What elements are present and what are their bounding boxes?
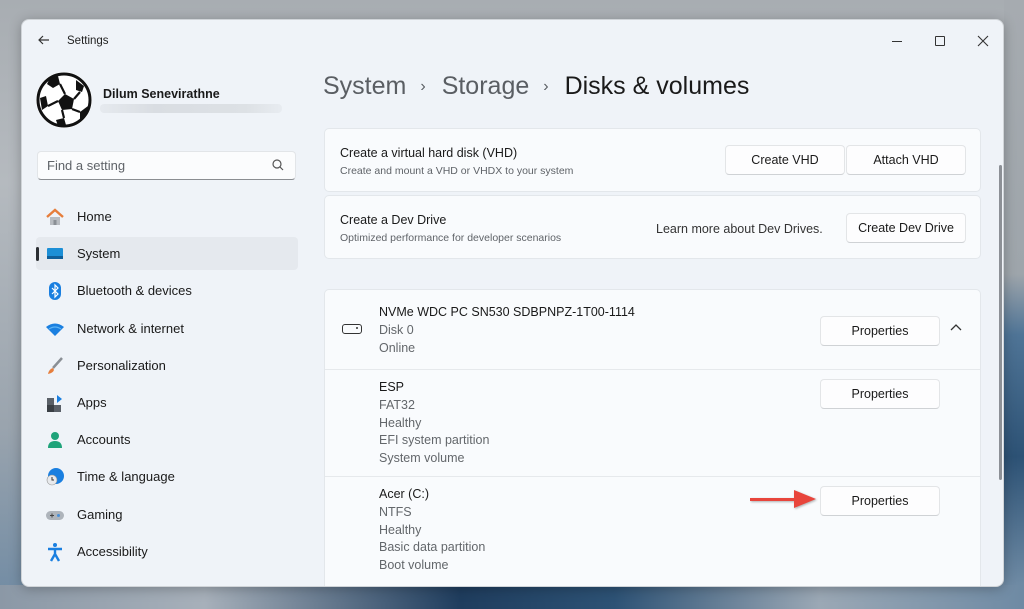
- dev-drive-card: Create a Dev Drive Optimized performance…: [324, 195, 981, 259]
- apps-icon: [47, 394, 62, 412]
- sidebar-item-label: Accounts: [77, 432, 131, 448]
- disk-properties-button[interactable]: Properties: [820, 316, 940, 346]
- wifi-icon: [46, 323, 64, 336]
- app-title: Settings: [67, 35, 109, 47]
- sidebar-item-home[interactable]: Home: [36, 200, 298, 233]
- create-dev-drive-button[interactable]: Create Dev Drive: [846, 213, 966, 243]
- sidebar-item-label: Personalization: [77, 357, 166, 373]
- scrollbar[interactable]: [999, 165, 1002, 480]
- accounts-icon: [48, 432, 62, 449]
- vhd-card-subtitle: Create and mount a VHD or VHDX to your s…: [340, 165, 574, 177]
- maximize-button[interactable]: [920, 26, 960, 54]
- acer-c-properties-button[interactable]: Properties: [820, 486, 940, 516]
- maximize-icon: [935, 36, 945, 47]
- sidebar-item-label: System: [77, 246, 121, 262]
- sidebar-item-accounts[interactable]: Accounts: [36, 423, 298, 456]
- sidebar-item-label: Network & internet: [77, 320, 184, 336]
- sidebar-item-apps[interactable]: Apps: [36, 386, 298, 419]
- desktop-wallpaper: [1004, 0, 1024, 609]
- active-indicator: [36, 247, 39, 262]
- home-icon: [46, 208, 64, 225]
- learn-more-dev-drives-link[interactable]: Learn more about Dev Drives.: [656, 222, 823, 236]
- volume-partition-type: Basic data partition: [379, 540, 486, 554]
- brush-icon: [48, 356, 63, 374]
- profile-email-redacted: [100, 104, 282, 113]
- volume-filesystem: FAT32: [379, 398, 415, 412]
- sidebar-item-accessibility[interactable]: Accessibility: [36, 535, 298, 568]
- sidebar-item-label: Gaming: [77, 506, 123, 522]
- breadcrumb: System › Storage › Disks & volumes: [323, 72, 749, 101]
- profile-name: Dilum Senevirathne: [103, 87, 220, 101]
- title-bar: Settings: [22, 20, 1003, 62]
- system-icon: [47, 248, 63, 260]
- create-vhd-button[interactable]: Create VHD: [725, 145, 845, 175]
- drive-icon: [342, 324, 362, 334]
- search-input[interactable]: [38, 152, 253, 179]
- volume-health: Healthy: [379, 523, 422, 537]
- time-language-icon: [46, 468, 64, 486]
- page-title: Disks & volumes: [564, 72, 750, 100]
- search-icon[interactable]: [271, 158, 285, 172]
- close-button[interactable]: [963, 26, 1003, 54]
- disk-number: Disk 0: [379, 323, 414, 337]
- breadcrumb-separator: ›: [420, 77, 426, 95]
- avatar[interactable]: [36, 72, 92, 128]
- volume-label: Acer (C:): [379, 487, 429, 501]
- close-icon: [977, 35, 989, 47]
- sidebar-item-label: Accessibility: [77, 543, 148, 559]
- sidebar-item-gaming[interactable]: Gaming: [36, 498, 298, 531]
- volume-partition-type: EFI system partition: [379, 433, 490, 447]
- disk-header[interactable]: NVMe WDC PC SN530 SDBPNPZ-1T00-1114 Disk…: [325, 290, 980, 369]
- sidebar-item-bluetooth[interactable]: Bluetooth & devices: [36, 274, 298, 307]
- disk-section: NVMe WDC PC SN530 SDBPNPZ-1T00-1114 Disk…: [324, 289, 981, 586]
- minimize-icon: [892, 40, 902, 42]
- volume-row-acer-c: Acer (C:) NTFS Healthy Basic data partit…: [325, 477, 980, 586]
- sidebar-item-label: Bluetooth & devices: [77, 283, 192, 299]
- breadcrumb-storage[interactable]: Storage: [442, 72, 530, 101]
- volume-label: ESP: [379, 380, 405, 394]
- gaming-icon: [46, 510, 64, 520]
- breadcrumb-system[interactable]: System: [323, 72, 406, 101]
- volume-row-esp: ESP FAT32 Healthy EFI system partition S…: [325, 370, 980, 475]
- volume-role: Boot volume: [379, 558, 449, 572]
- settings-window: Settings Dilum Senevirathne Home: [21, 19, 1004, 587]
- dev-drive-card-subtitle: Optimized performance for developer scen…: [340, 232, 562, 244]
- soccer-ball-icon: [36, 72, 92, 128]
- volume-role: System volume: [379, 451, 465, 465]
- attach-vhd-button[interactable]: Attach VHD: [846, 145, 966, 175]
- sidebar-item-label: Home: [77, 209, 112, 224]
- sidebar-item-personalization[interactable]: Personalization: [36, 349, 298, 382]
- chevron-up-icon[interactable]: [949, 322, 963, 332]
- sidebar-item-label: Time & language: [77, 469, 175, 485]
- sidebar-item-time-language[interactable]: Time & language: [36, 460, 298, 493]
- disk-status: Online: [379, 341, 416, 355]
- esp-properties-button[interactable]: Properties: [820, 379, 940, 409]
- desktop-wallpaper-bottom: [0, 585, 1024, 609]
- sidebar-item-network[interactable]: Network & internet: [36, 312, 298, 345]
- volume-health: Healthy: [379, 416, 422, 430]
- vhd-card: Create a virtual hard disk (VHD) Create …: [324, 128, 981, 192]
- vhd-card-title: Create a virtual hard disk (VHD): [340, 146, 518, 160]
- annotation-arrow-icon: [750, 490, 816, 508]
- volume-filesystem: NTFS: [379, 505, 412, 519]
- minimize-button[interactable]: [877, 26, 917, 54]
- disk-name: NVMe WDC PC SN530 SDBPNPZ-1T00-1114: [379, 305, 635, 319]
- dev-drive-card-title: Create a Dev Drive: [340, 213, 447, 227]
- back-arrow-icon: [38, 35, 49, 45]
- accessibility-icon: [48, 542, 62, 562]
- sidebar-item-label: Apps: [77, 394, 107, 410]
- back-button[interactable]: [34, 32, 54, 52]
- breadcrumb-separator: ›: [543, 77, 549, 95]
- sidebar-nav: Home System Bluetooth & devices Network …: [36, 200, 298, 572]
- sidebar-item-system[interactable]: System: [36, 237, 298, 271]
- bluetooth-icon: [49, 282, 61, 301]
- search-box[interactable]: [37, 151, 296, 180]
